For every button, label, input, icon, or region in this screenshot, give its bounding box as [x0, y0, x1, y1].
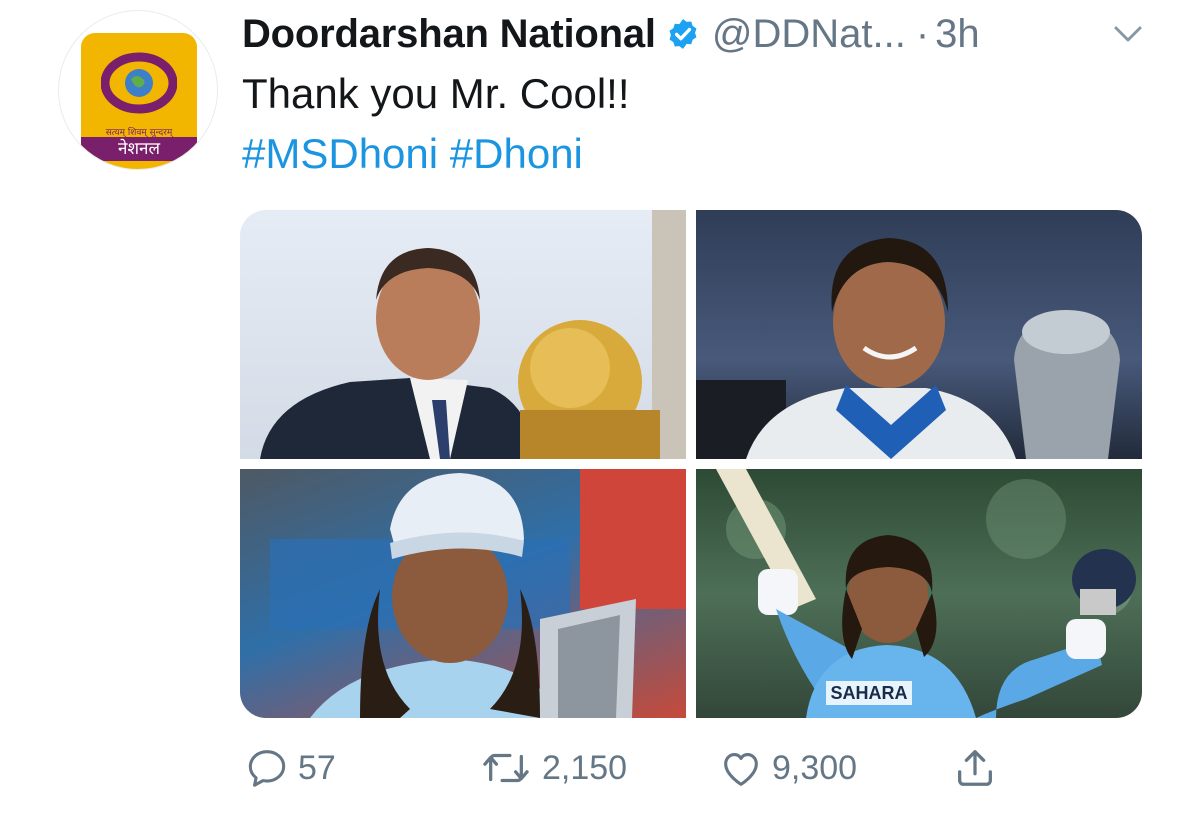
- account-name[interactable]: Doordarshan National: [242, 12, 656, 57]
- photo-dhoni-world-cup-trophy[interactable]: [240, 210, 686, 459]
- separator-dot: ·: [915, 11, 930, 56]
- photo-dhoni-champions-trophy[interactable]: [696, 210, 1142, 459]
- chevron-down-icon[interactable]: [1110, 18, 1146, 50]
- like-count: 9,300: [772, 748, 858, 787]
- account-handle[interactable]: @DDNat...: [712, 12, 906, 57]
- retweet-button[interactable]: 2,150: [478, 740, 627, 796]
- share-icon: [958, 750, 992, 786]
- tweet-hashtags: #MSDhoni #Dhoni: [242, 130, 583, 178]
- photo-dhoni-raising-bat[interactable]: SAHARA: [696, 469, 1142, 718]
- reply-button[interactable]: 57: [244, 740, 336, 796]
- photo-dhoni-t20-trophy[interactable]: [240, 469, 686, 718]
- jersey-sponsor-text: SAHARA: [830, 683, 907, 703]
- share-button[interactable]: [952, 740, 998, 796]
- media-grid: SAHARA: [240, 210, 1142, 718]
- tweet-header: Doordarshan National @DDNat... · 3h: [242, 8, 980, 60]
- retweet-icon: [483, 753, 529, 783]
- doordarshan-logo: सत्यम् शिवम् सुन्दरम् नेशनल: [81, 33, 197, 169]
- hashtag-link[interactable]: #Dhoni: [450, 130, 583, 177]
- hashtag-link[interactable]: #MSDhoni: [242, 130, 438, 177]
- avatar-label: नेशनल: [81, 137, 197, 161]
- verified-badge-icon: [669, 19, 697, 49]
- tweet-timestamp[interactable]: 3h: [935, 12, 980, 57]
- dd-eye-icon: [101, 52, 177, 114]
- reply-count: 57: [298, 748, 336, 787]
- tweet-text: Thank you Mr. Cool!!: [242, 70, 630, 117]
- heart-icon: [724, 753, 758, 786]
- tweet-actions: 57 2,150 9,300: [0, 740, 1200, 796]
- reply-icon: [248, 750, 286, 787]
- avatar[interactable]: सत्यम् शिवम् सुन्दरम् नेशनल: [58, 10, 218, 170]
- retweet-count: 2,150: [542, 748, 628, 787]
- like-button[interactable]: 9,300: [718, 740, 857, 796]
